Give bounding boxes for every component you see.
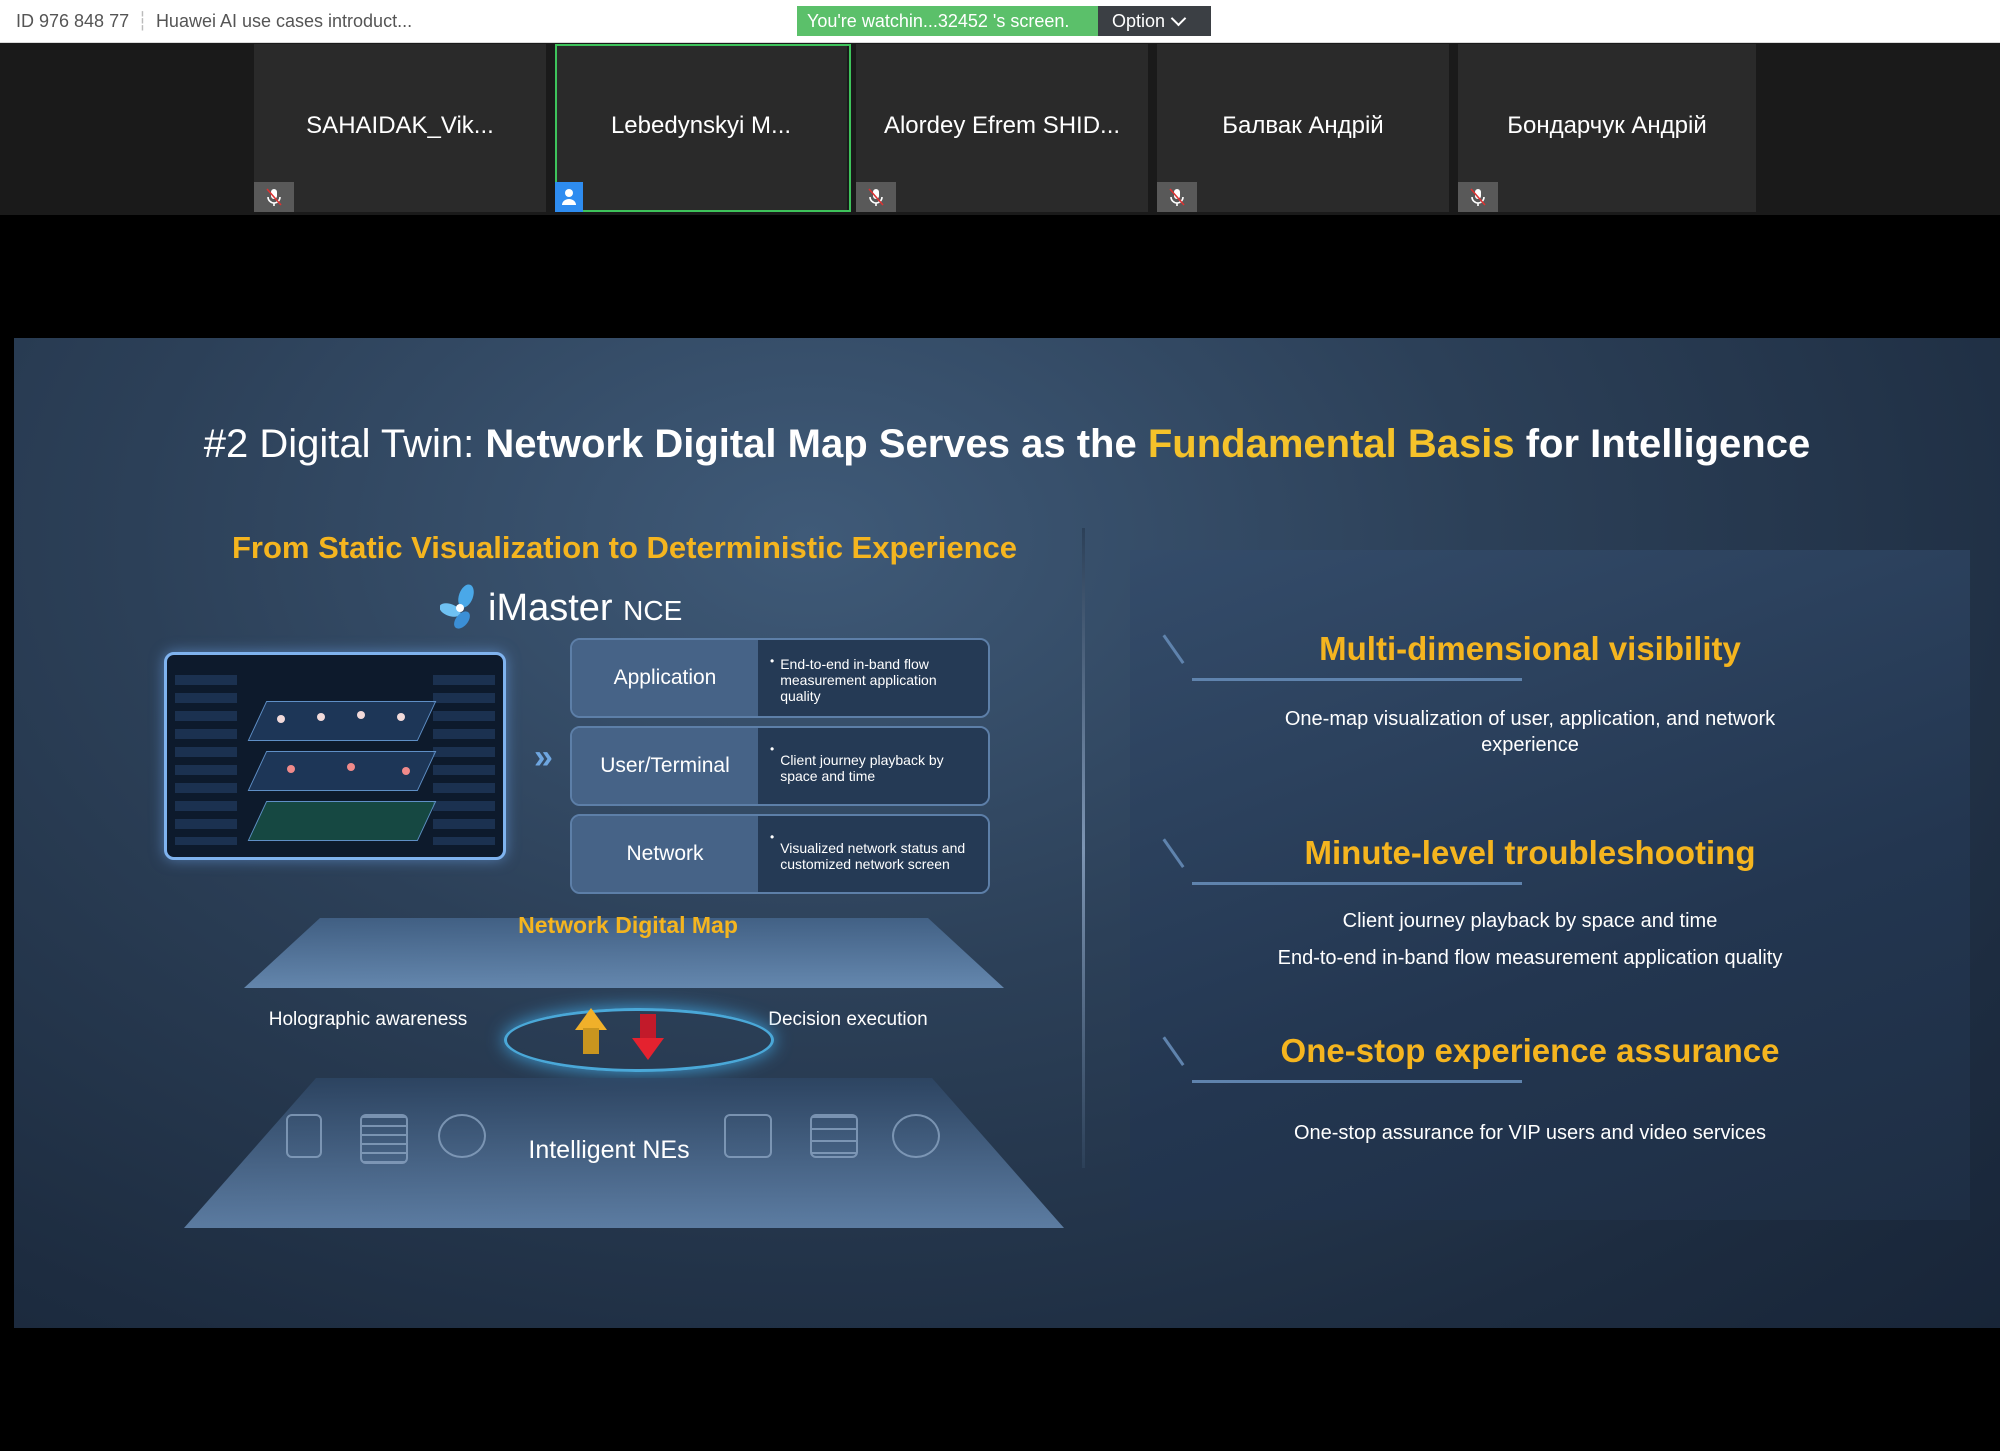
dashboard-node: [317, 713, 325, 721]
separator: ┆: [137, 11, 148, 31]
option-button[interactable]: Option: [1098, 6, 1211, 36]
dashboard-node: [347, 763, 355, 771]
watching-label: You're watchin...32452 's screen.: [797, 6, 1098, 36]
brand-main: iMaster: [488, 586, 613, 629]
feature-desc-line: End-to-end in-band flow measurement appl…: [1277, 947, 1783, 969]
feature-title: One-stop experience assurance: [1280, 1032, 1780, 1069]
holographic-awareness-label: Holographic awareness: [268, 1009, 468, 1030]
layer-desc-text: End-to-end in-band flow measurement appl…: [780, 656, 937, 704]
feature-panel: Multi-dimensional visibility One-map vis…: [1130, 550, 1970, 1220]
person-icon: [555, 182, 583, 212]
participant-name: Lebedynskyi M...: [610, 112, 792, 139]
vertical-divider: [1082, 528, 1085, 1168]
bullet-icon: •: [770, 830, 775, 844]
title-suffix: for Intelligence: [1514, 422, 1811, 466]
dashboard-node: [357, 711, 365, 719]
participant-tile[interactable]: Балвак Андрій: [1157, 44, 1453, 212]
mic-muted-icon: [1458, 182, 1498, 212]
title-prefix: #2 Digital Twin:: [203, 422, 486, 466]
feature-underline: [1192, 882, 1522, 885]
meeting-info: ID 976 848 77 ┆ Huawei AI use cases introd…: [16, 11, 412, 32]
feature-desc-line: Client journey playback by space and tim…: [1342, 910, 1718, 932]
layer-desc-text: Client journey playback by space and tim…: [780, 752, 944, 784]
up-arrow-icon: [575, 1008, 607, 1030]
layer-row-application: Application • End-to-end in-band flow mea…: [570, 638, 990, 718]
dashboard-node: [277, 715, 285, 723]
meeting-id: ID 976 848 77: [16, 11, 130, 31]
layer-label: Application: [572, 640, 758, 716]
imaster-fan-icon: [440, 584, 474, 629]
feature-title: Multi-dimensional visibility: [1319, 630, 1741, 667]
imaster-wordmark: iMaster NCE: [488, 587, 682, 630]
chevron-down-icon: [1170, 10, 1187, 26]
layer-description: • End-to-end in-band flow measurement app…: [758, 640, 988, 716]
feature-title: Minute-level troubleshooting: [1304, 834, 1756, 871]
up-arrow-stem: [583, 1028, 599, 1054]
layer-label: User/Terminal: [572, 728, 758, 804]
layer-desc-text: Visualized network status and customized…: [780, 840, 966, 872]
layer-label: Network: [572, 816, 758, 892]
dashboard-thumbnail: [164, 652, 506, 860]
feature-desc-line: experience: [1481, 734, 1579, 756]
mic-muted-icon: [1157, 182, 1197, 212]
layer-row-network: Network • Visualized network status and c…: [570, 814, 990, 894]
dashboard-layer: [247, 701, 437, 741]
double-chevron-right-icon: »: [534, 738, 553, 776]
feature-desc-line: One-map visualization of user, applicati…: [1284, 708, 1776, 730]
dashboard-right-panel: [433, 675, 495, 845]
layer-description: • Visualized network status and customize…: [758, 816, 988, 892]
imaster-logo: iMaster NCE: [440, 584, 682, 632]
participant-name: Бондарчук Андрій: [1507, 112, 1707, 139]
dashboard-layer: [247, 801, 437, 841]
slide-subtitle: From Static Visualization to Determinist…: [232, 530, 1017, 565]
decision-execution-label: Decision execution: [768, 1009, 928, 1030]
intelligent-nes-label: Intelligent NEs: [528, 1136, 690, 1164]
screen-share-indicator: You're watchin...32452 's screen. Option: [797, 6, 1211, 36]
feature-underline: [1192, 678, 1522, 681]
meeting-topbar: ID 976 848 77 ┆ Huawei AI use cases introd…: [0, 0, 2000, 43]
network-digital-map-label: Network Digital Map: [518, 912, 738, 938]
dashboard-node: [397, 713, 405, 721]
down-arrow-icon: [632, 1038, 664, 1060]
shared-slide: #2 Digital Twin: Network Digital Map Ser…: [14, 338, 2000, 1328]
participant-tile-active[interactable]: Lebedynskyi M...: [555, 44, 851, 212]
bullet-icon: •: [770, 654, 775, 668]
participant-name: SAHAIDAK_Vik...: [306, 112, 494, 139]
brand-suffix: NCE: [623, 594, 683, 626]
down-arrow-stem: [640, 1014, 656, 1040]
participant-name: Балвак Андрій: [1222, 112, 1384, 139]
meeting-title: Huawei AI use cases introduct...: [155, 11, 413, 31]
participant-tile[interactable]: Бондарчук Андрій: [1458, 44, 1756, 212]
feature-underline: [1192, 1080, 1522, 1083]
dashboard-node: [402, 767, 410, 775]
participant-tile[interactable]: SAHAIDAK_Vik...: [254, 44, 550, 212]
feature-desc-line: One-stop assurance for VIP users and vid…: [1293, 1122, 1767, 1144]
bullet-icon: •: [770, 742, 775, 756]
option-label: Option: [1112, 11, 1166, 31]
dashboard-node: [287, 765, 295, 773]
layer-description: • Client journey playback by space and ti…: [758, 728, 988, 804]
dashboard-left-panel: [175, 675, 237, 845]
title-bold: Network Digital Map Serves as the: [485, 422, 1148, 466]
mic-muted-icon: [856, 182, 896, 212]
participant-name: Alordey Efrem SHID...: [883, 112, 1121, 139]
layer-row-user-terminal: User/Terminal • Client journey playback b…: [570, 726, 990, 806]
mic-muted-icon: [254, 182, 294, 212]
slide-title: #2 Digital Twin: Network Digital Map Ser…: [14, 422, 2000, 467]
participant-tile[interactable]: Alordey Efrem SHID...: [856, 44, 1152, 212]
title-highlight: Fundamental Basis: [1147, 422, 1515, 466]
